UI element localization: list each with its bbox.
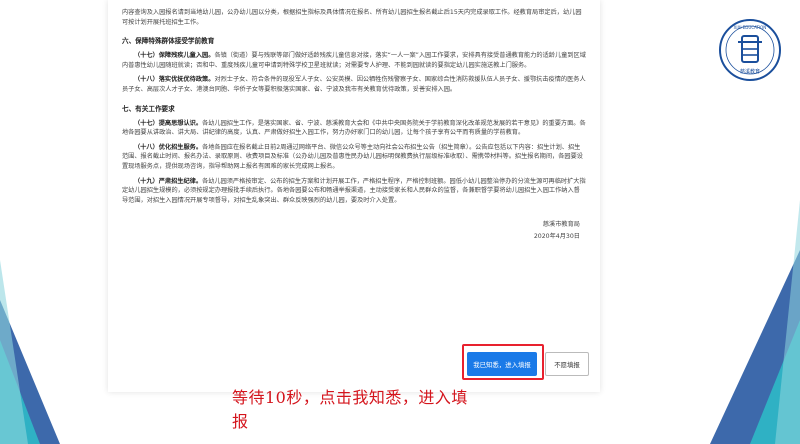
paragraph-19-head: （十九）严肃招生纪律。 (134, 177, 203, 185)
instruction-caption: 等待10秒，点击我知悉，进入填报 (232, 388, 468, 431)
refuse-button[interactable]: 不愿填报 (545, 352, 589, 376)
corner-decoration-left (0, 260, 60, 444)
highlight-box (462, 344, 544, 380)
signature-date: 2020年4月30日 (533, 233, 580, 241)
paragraph-19: （十九）严肃招生纪律。各幼儿园须严格按审定、公布的招生方案和计划开展工作，严格招… (122, 177, 586, 206)
paragraph-17b-head: （十七）提高思想认识。 (134, 119, 203, 127)
paragraph-17: （十七）保障残疾儿童入园。各镇（街道）要与残联等部门做好适龄残疾儿童信息对接，落… (122, 51, 586, 70)
logo-text-bottom: 慈溪教育 (740, 68, 760, 75)
logo-text-top: XIXI EDUCATION (734, 25, 767, 30)
paragraph-18b-head: （十八）优化招生服务。 (134, 143, 203, 151)
signature-org: 慈溪市教育局 (542, 221, 580, 229)
paragraph-17-head: （十七）保障残疾儿童入园。 (134, 52, 215, 60)
paragraph-18-head: （十八）落实优抚优待政策。 (134, 76, 215, 84)
intro-paragraph: 内容查询及入园报名请到当地幼儿园，公办幼儿园以分类，根据招生指标及具体情况在报名… (122, 9, 582, 26)
signature-block: 慈溪市教育局 2020年4月30日 (122, 219, 586, 243)
cixi-education-logo: XIXI EDUCATION 慈溪教育 (719, 19, 781, 81)
paragraph-18b: （十八）优化招生服务。各地各园应在报名截止日前2周通过网络平台、微信公众号等主动… (122, 143, 586, 172)
paragraph-18: （十八）落实优抚优待政策。对烈士子女、符合条件的现役军人子女、公安英模、因公牺牲… (122, 75, 586, 94)
notice-document: 内容查询及入园报名请到当地幼儿园，公办幼儿园以分类，根据招生指标及具体情况在报名… (108, 0, 600, 392)
section7-title: 七、有关工作要求 (122, 104, 175, 113)
section6-title: 六、保障特殊群体接受学前教育 (122, 37, 215, 46)
paragraph-17b: （十七）提高思想认识。各幼儿园招生工作，是落实国家、省、宁波、慈溪教育大会和《中… (122, 119, 586, 138)
